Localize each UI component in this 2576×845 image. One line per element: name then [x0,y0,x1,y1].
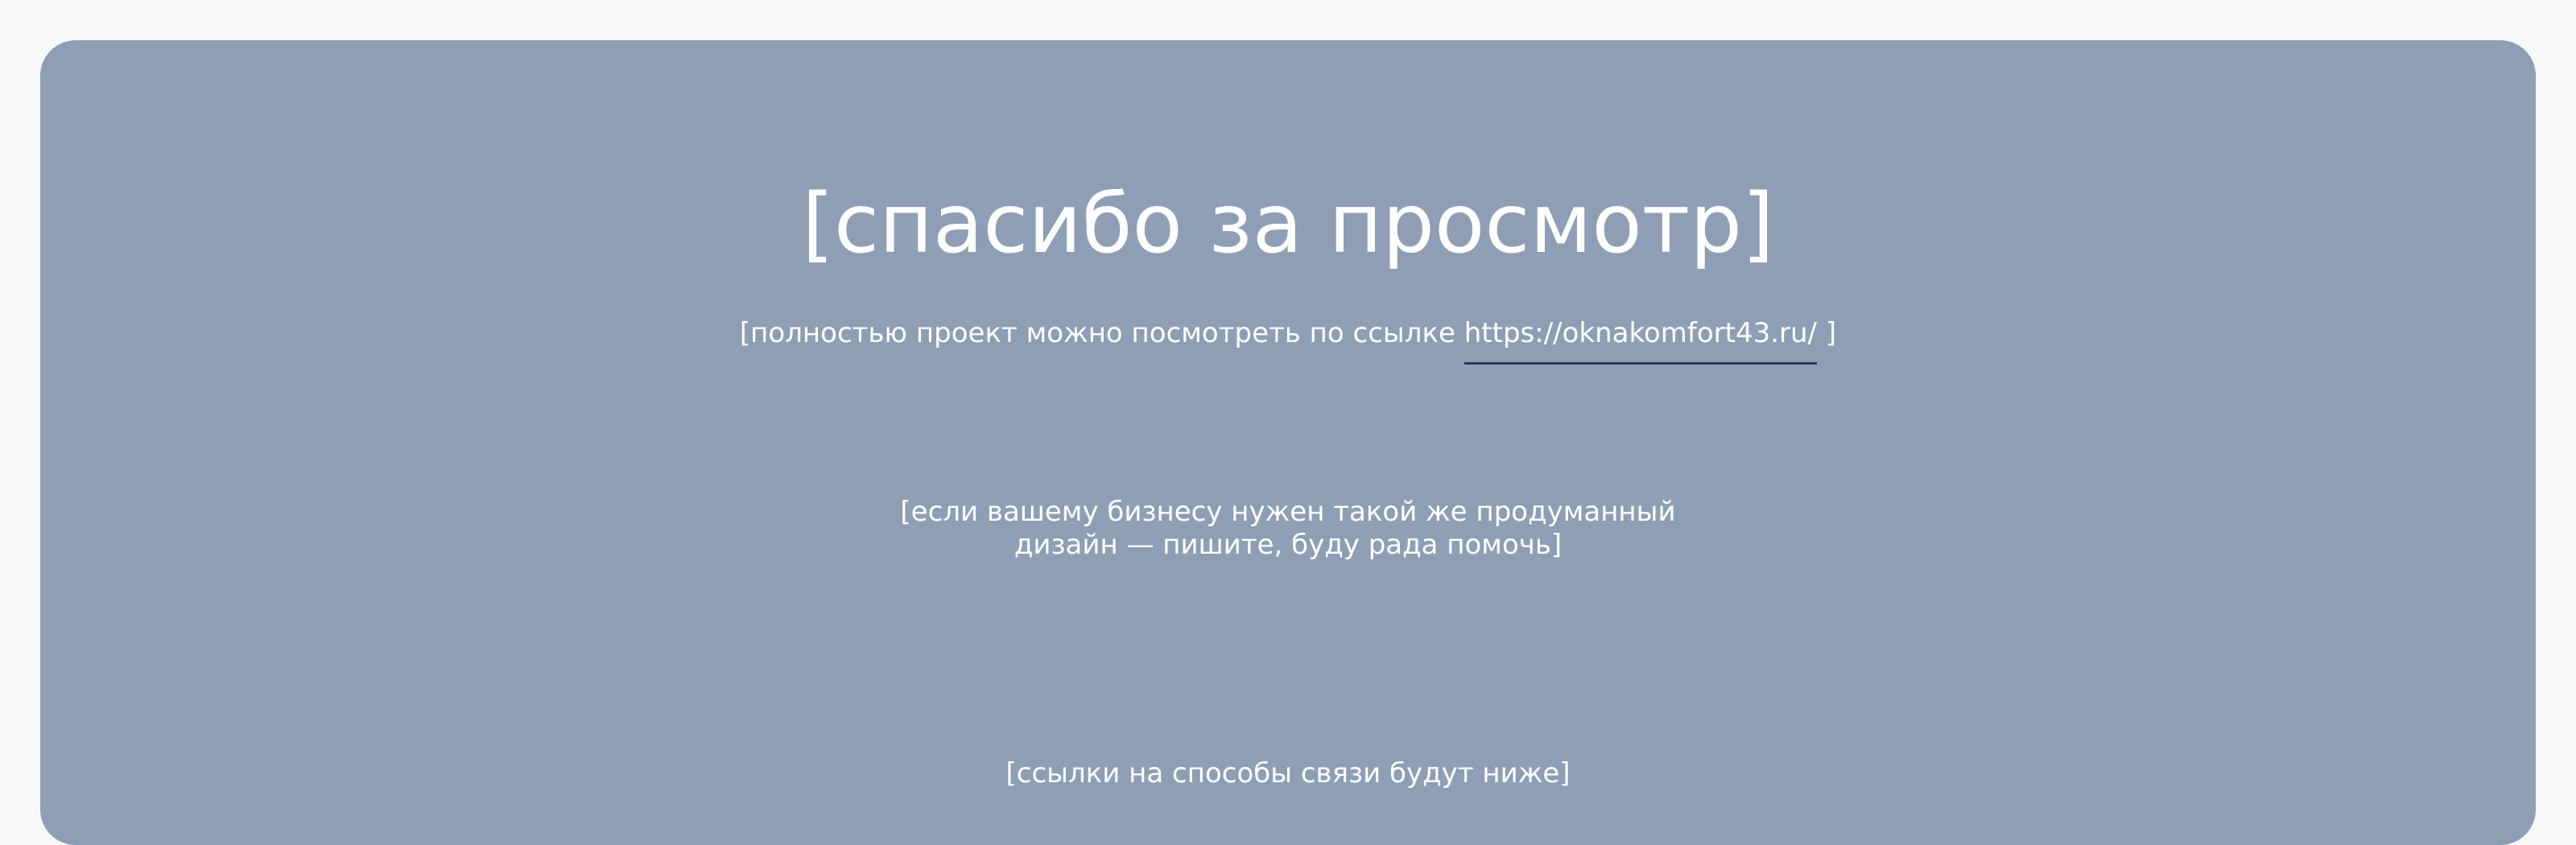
offer-line-2: дизайн — пишите, буду рада помочь] [1013,529,1563,561]
offer-line-1: [если вашему бизнесу нужен такой же прод… [900,496,1676,528]
thanks-card: [спасибо за просмотр] [полностью проект … [40,40,2536,845]
project-link[interactable]: https://oknakomfort43.ru/ [1463,315,1818,365]
project-link-intro: [полностью проект можно посмотреть по сс… [739,317,1464,349]
thanks-title: [спасибо за просмотр] [802,176,1774,272]
project-link-line: [полностью проект можно посмотреть по сс… [40,315,2536,365]
contacts-note: [ссылки на способы связи будут ниже] [1005,757,1571,789]
offer-text: [если вашему бизнесу нужен такой же прод… [40,496,2536,562]
project-link-close-bracket: ] [1817,317,1837,349]
